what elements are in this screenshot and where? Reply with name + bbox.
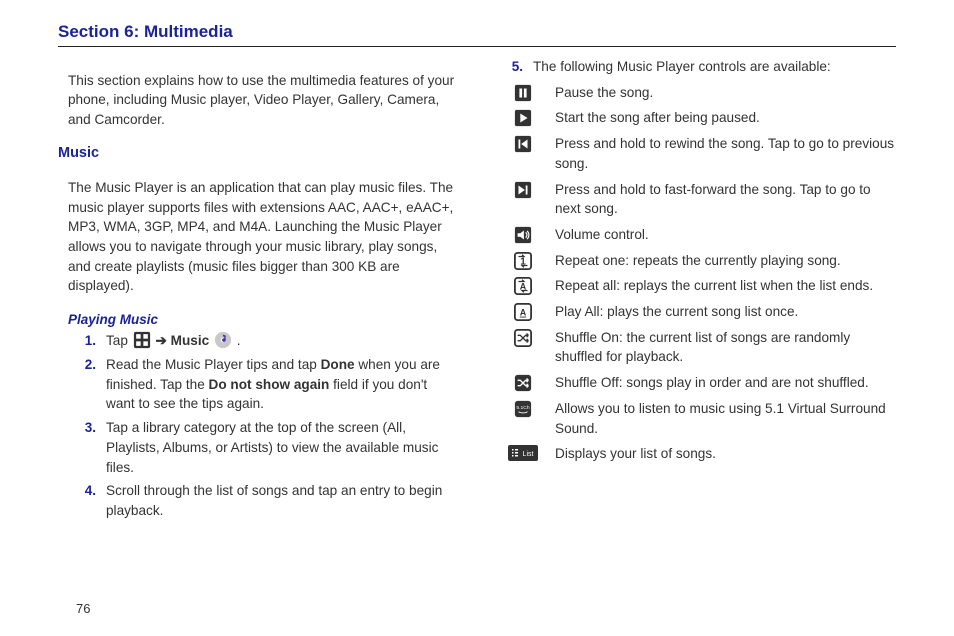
control-text: Volume control.	[545, 225, 896, 245]
step-3: 3. Tap a library category at the top of …	[68, 418, 459, 477]
control-text: Start the song after being paused.	[545, 108, 896, 128]
control-text: Press and hold to fast-forward the song.…	[545, 180, 896, 219]
control-repeat-one: Repeat one: repeats the currently playin…	[495, 251, 896, 271]
step-2: 2. Read the Music Player tips and tap Do…	[68, 355, 459, 414]
control-surround: Allows you to listen to music using 5.1 …	[495, 399, 896, 438]
step-text: Read the Music Player tips and tap	[106, 357, 321, 372]
music-app-icon	[214, 331, 232, 349]
right-column: 5. The following Music Player controls a…	[495, 57, 896, 525]
apps-icon	[133, 331, 151, 349]
section-title: Section 6: Multimedia	[58, 22, 896, 42]
pause-icon	[501, 83, 545, 102]
control-text: Repeat all: replays the current list whe…	[545, 276, 896, 296]
volume-icon	[501, 225, 545, 244]
control-repeat-all: Repeat all: replays the current list whe…	[495, 276, 896, 296]
previous-icon	[501, 134, 545, 153]
music-heading: Music	[58, 143, 459, 164]
arrow-icon: ➔	[155, 333, 170, 348]
control-text: Press and hold to rewind the song. Tap t…	[545, 134, 896, 173]
music-body: The Music Player is an application that …	[58, 178, 459, 296]
control-shuffle-off: Shuffle Off: songs play in order and are…	[495, 373, 896, 393]
step-number: 3.	[68, 418, 106, 438]
step-number: 1.	[68, 331, 106, 351]
step-post: .	[237, 333, 241, 348]
surround-icon	[501, 399, 545, 418]
control-prev: Press and hold to rewind the song. Tap t…	[495, 134, 896, 173]
control-play-all: Play All: plays the current song list on…	[495, 302, 896, 322]
step-text: The following Music Player controls are …	[533, 57, 896, 77]
step-text: Tap a library category at the top of the…	[106, 418, 459, 477]
repeat-all-icon	[501, 276, 545, 295]
repeat-one-icon	[501, 251, 545, 270]
control-volume: Volume control.	[495, 225, 896, 245]
shuffle-off-icon	[501, 373, 545, 392]
control-text: Pause the song.	[545, 83, 896, 103]
control-text: Displays your list of songs.	[545, 444, 896, 464]
intro-text: This section explains how to use the mul…	[58, 71, 459, 130]
music-label: Music	[171, 333, 210, 348]
control-text: Allows you to listen to music using 5.1 …	[545, 399, 896, 438]
control-next: Press and hold to fast-forward the song.…	[495, 180, 896, 219]
step-5: 5. The following Music Player controls a…	[495, 57, 896, 77]
done-label: Done	[321, 357, 355, 372]
step-number: 5.	[495, 57, 533, 77]
next-icon	[501, 180, 545, 199]
play-all-icon	[501, 302, 545, 321]
controls-list: Pause the song. Start the song after bei…	[495, 83, 896, 464]
control-text: Repeat one: repeats the currently playin…	[545, 251, 896, 271]
control-pause: Pause the song.	[495, 83, 896, 103]
control-shuffle-on: Shuffle On: the current list of songs ar…	[495, 328, 896, 367]
shuffle-on-icon	[501, 328, 545, 347]
steps-list: 1. Tap ➔ Music . 2. Read the Music	[58, 331, 459, 520]
step-4: 4. Scroll through the list of songs and …	[68, 481, 459, 520]
play-icon	[501, 108, 545, 127]
divider	[58, 46, 896, 47]
control-text: Shuffle Off: songs play in order and are…	[545, 373, 896, 393]
step-text: Scroll through the list of songs and tap…	[106, 481, 459, 520]
step-text: Tap	[106, 333, 132, 348]
do-not-show-label: Do not show again	[209, 377, 330, 392]
control-text: Shuffle On: the current list of songs ar…	[545, 328, 896, 367]
step-number: 2.	[68, 355, 106, 375]
step-number: 4.	[68, 481, 106, 501]
control-list: Displays your list of songs.	[495, 444, 896, 464]
step-1: 1. Tap ➔ Music .	[68, 331, 459, 351]
list-icon	[501, 444, 545, 461]
left-column: This section explains how to use the mul…	[58, 57, 459, 525]
control-play: Start the song after being paused.	[495, 108, 896, 128]
control-text: Play All: plays the current song list on…	[545, 302, 896, 322]
page-number: 76	[76, 601, 90, 616]
playing-music-heading: Playing Music	[58, 310, 459, 330]
